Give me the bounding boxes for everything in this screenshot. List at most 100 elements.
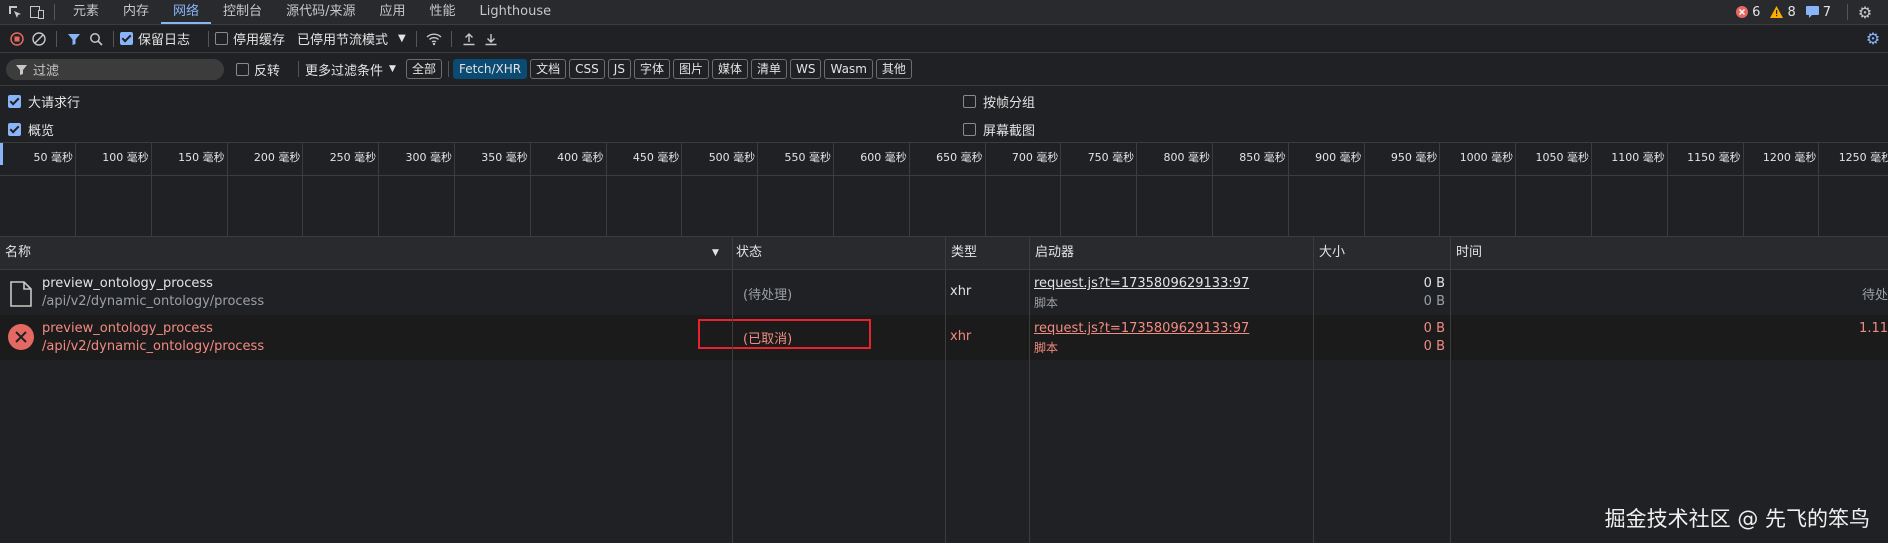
type-filter-0[interactable]: 全部 (405, 59, 442, 79)
filter-input[interactable]: 过滤 (6, 58, 224, 80)
type-filter-3[interactable]: CSS (569, 59, 605, 79)
error-icon (1736, 6, 1749, 18)
time-cell: 待处 (1861, 288, 1888, 303)
type-filter-11[interactable]: 其他 (875, 59, 912, 79)
tab-0[interactable]: 元素 (61, 0, 111, 24)
timeline-tick-label: 1000 毫秒 (1459, 151, 1514, 164)
more-filters-dropdown[interactable]: 更多过滤条件 ▼ (305, 60, 396, 79)
column-time-header[interactable]: 时间 (1451, 237, 1482, 269)
chevron-down-icon: ▼ (389, 64, 396, 74)
timeline-tick-label: 250 毫秒 (329, 151, 377, 164)
checkbox-box[interactable] (120, 32, 133, 45)
warning-count: 8 (1787, 4, 1796, 20)
timeline-gridline (1515, 143, 1517, 236)
import-har-upload-icon[interactable] (458, 28, 480, 50)
timeline-tick-label: 1100 毫秒 (1611, 151, 1665, 164)
tab-3[interactable]: 控制台 (211, 0, 274, 24)
column-type-header[interactable]: 类型 (946, 237, 977, 269)
timeline-gridline (1212, 143, 1213, 236)
table-row[interactable]: preview_ontology_process /api/v2/dynamic… (0, 270, 1888, 315)
checkbox-box[interactable] (963, 123, 976, 136)
separator (415, 30, 417, 47)
separator (450, 30, 452, 47)
timeline-tick-label: 350 毫秒 (481, 151, 528, 164)
column-divider[interactable] (1450, 237, 1451, 543)
timeline-gridline (681, 143, 683, 236)
checkbox-box[interactable] (963, 95, 976, 108)
column-divider[interactable] (1029, 237, 1030, 543)
preserve-log-checkbox[interactable]: 保留日志 (120, 29, 190, 48)
column-divider[interactable] (732, 237, 733, 543)
table-row[interactable]: preview_ontology_process /api/v2/dynamic… (0, 315, 1888, 360)
timeline-gridline (984, 143, 986, 236)
tab-7[interactable]: Lighthouse (467, 0, 563, 24)
tab-6[interactable]: 性能 (417, 0, 467, 24)
type-filter-4[interactable]: JS (607, 59, 631, 79)
group-by-frame-checkbox[interactable]: 按帧分组 (963, 92, 1035, 111)
timeline-tick-label: 1050 毫秒 (1535, 151, 1590, 164)
type-filter-2[interactable]: 文档 (530, 59, 567, 79)
column-size-header[interactable]: 大小 (1314, 237, 1345, 269)
timeline-tick-label: 300 毫秒 (405, 151, 453, 164)
clear-icon[interactable] (28, 28, 50, 50)
disable-cache-checkbox[interactable]: 停用缓存 (215, 29, 285, 48)
timeline-tick-label: 400 毫秒 (557, 151, 604, 164)
settings-gear-icon[interactable]: ⚙ (1854, 1, 1876, 23)
tab-2[interactable]: 网络 (161, 0, 212, 24)
initiator-link[interactable]: request.js?t=1735809629133:97 (1034, 276, 1249, 291)
separator (56, 30, 57, 47)
column-status-header[interactable]: 状态 (731, 237, 762, 269)
timeline-tick-label: 1150 毫秒 (1687, 151, 1741, 164)
big-rows-label: 大请求行 (28, 96, 81, 111)
timeline-tick-label: 150 毫秒 (178, 151, 225, 164)
timeline-gridline (1742, 143, 1744, 236)
invert-checkbox[interactable]: 反转 (236, 60, 280, 79)
timeline-tick-label: 500 毫秒 (708, 151, 756, 164)
type-filter-10[interactable]: Wasm (824, 59, 873, 79)
type-filter-6[interactable]: 图片 (672, 59, 709, 79)
request-path: /api/v2/dynamic_ontology/process (42, 294, 265, 309)
column-divider[interactable] (1313, 237, 1314, 543)
filter-placeholder: 过滤 (33, 63, 60, 79)
checkbox-box[interactable] (236, 62, 249, 76)
checkbox-box[interactable] (215, 32, 229, 45)
size-resource: 0 B (1423, 339, 1445, 354)
type-filter-9[interactable]: WS (790, 59, 822, 79)
timeline-overview[interactable]: 50 毫秒 100 毫秒 150 毫秒 200 毫秒 250 毫秒 300 毫秒 350 毫… (0, 143, 1888, 237)
timeline-gridline (529, 143, 531, 236)
column-initiator-header[interactable]: 启动器 (1030, 237, 1074, 269)
checkbox-box[interactable] (8, 95, 21, 108)
search-icon[interactable] (85, 28, 107, 50)
type-filter-1[interactable]: Fetch/XHR (452, 59, 528, 79)
warning-icon (1770, 6, 1784, 18)
column-divider[interactable] (945, 237, 946, 543)
resource-type-filters: 全部 Fetch/XHR 文档 CSS JS 字体 图片 媒体 清单 WS Wasm 其他 (405, 59, 915, 79)
issue-counters[interactable]: 6 8 7 (1736, 5, 1831, 20)
tab-1[interactable]: 内存 (111, 0, 161, 24)
tab-5[interactable]: 应用 (367, 0, 417, 24)
tab-4[interactable]: 源代码/来源 (274, 0, 367, 24)
network-settings-gear-icon[interactable]: ⚙ (1862, 28, 1884, 50)
record-stop-icon[interactable] (6, 28, 28, 50)
type-filter-7[interactable]: 媒体 (711, 59, 748, 79)
filter-funnel-icon[interactable] (63, 28, 85, 50)
inspect-element-icon[interactable] (4, 1, 26, 23)
type-filter-8[interactable]: 清单 (750, 59, 787, 79)
table-header: 名称 ▼ 状态 类型 启动器 大小 时间 (0, 237, 1888, 270)
screenshots-checkbox[interactable]: 屏幕截图 (963, 120, 1035, 139)
device-toolbar-icon[interactable] (26, 1, 48, 23)
request-path: /api/v2/dynamic_ontology/process (42, 339, 265, 354)
checkbox-box[interactable] (8, 123, 21, 136)
overview-checkbox[interactable]: 概览 (8, 120, 54, 139)
big-request-rows-checkbox[interactable]: 大请求行 (8, 92, 80, 111)
column-name-header[interactable]: 名称 ▼ (0, 237, 727, 269)
type-filter-5[interactable]: 字体 (633, 59, 670, 79)
initiator-link[interactable]: request.js?t=1735809629133:97 (1034, 321, 1249, 336)
export-har-download-icon[interactable] (480, 28, 502, 50)
document-file-icon (10, 281, 32, 307)
throttle-select[interactable]: 已停用节流模式 ▼ (297, 29, 406, 48)
separator (54, 4, 55, 20)
network-conditions-wifi-icon[interactable] (423, 28, 445, 50)
network-toolbar: 保留日志 停用缓存 已停用节流模式 ▼ ⚙ (0, 25, 1888, 53)
timeline-tick-label: 700 毫秒 (1011, 151, 1059, 164)
